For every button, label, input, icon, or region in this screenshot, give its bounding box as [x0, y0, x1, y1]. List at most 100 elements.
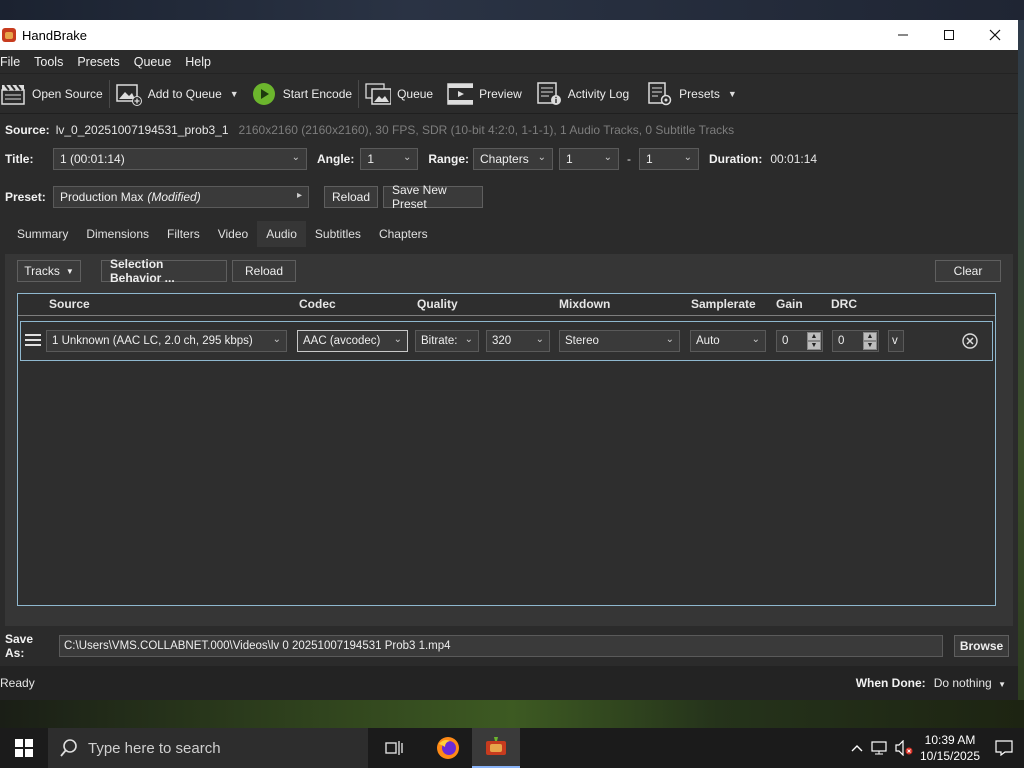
bitrate-select[interactable]: 320 ⌄ [486, 330, 550, 352]
system-tray: 10:39 AM 10/15/2025 [846, 728, 1024, 768]
preset-label: Preset: [5, 190, 46, 204]
chevron-up-icon[interactable] [846, 744, 868, 752]
selection-behavior-button[interactable]: Selection Behavior ... [101, 257, 227, 285]
firefox-taskbar-button[interactable] [424, 728, 472, 768]
range-start-select[interactable]: 1 ⌄ [559, 148, 620, 170]
range-mode-select[interactable]: Chapters ⌄ [473, 148, 554, 170]
gain-spin-buttons[interactable]: ▲ ▼ [807, 332, 821, 350]
source-row: Source: lv_0_20251007194531_prob3_1 2160… [0, 117, 1018, 143]
tab-dimensions[interactable]: Dimensions [77, 221, 158, 247]
reload-audio-button[interactable]: Reload [232, 260, 296, 282]
open-source-button[interactable]: Open Source [0, 77, 107, 111]
save-as-row: Save As: C:\Users\VMS.COLLABNET.000\Vide… [0, 628, 1018, 664]
remove-track-icon[interactable] [962, 333, 978, 352]
header-gain: Gain [776, 297, 803, 311]
duration-label: Duration: [709, 152, 763, 166]
mixdown-select[interactable]: Stereo ⌄ [559, 330, 680, 352]
reload-preset-button[interactable]: Reload [324, 186, 378, 208]
preview-button[interactable]: Preview [443, 77, 526, 111]
tab-audio[interactable]: Audio [257, 221, 306, 247]
desktop-background [0, 0, 1024, 20]
tab-video[interactable]: Video [209, 221, 257, 247]
tab-bar: Summary Dimensions Filters Video Audio S… [0, 221, 1018, 247]
header-quality: Quality [417, 297, 458, 311]
track-source-select[interactable]: 1 Unknown (AAC LC, 2.0 ch, 295 kbps) ⌄ [46, 330, 287, 352]
toolbar: Open Source Add to Queue ▼ Start Encode … [0, 74, 1018, 114]
track-options-label: v [892, 335, 898, 347]
taskbar-clock[interactable]: 10:39 AM 10/15/2025 [916, 732, 984, 764]
clock-date: 10/15/2025 [919, 749, 981, 763]
taskbar-search-input[interactable]: Type here to search [48, 728, 368, 768]
preset-select[interactable]: Production Max (Modified) ▸ [53, 186, 309, 208]
gain-stepper[interactable]: 0 ▲ ▼ [776, 330, 823, 352]
tracks-button[interactable]: Tracks ▼ [17, 260, 81, 282]
menu-queue[interactable]: Queue [134, 55, 180, 69]
spin-up-icon[interactable]: ▲ [863, 332, 877, 341]
tab-subtitles[interactable]: Subtitles [306, 221, 370, 247]
start-button[interactable] [0, 728, 48, 768]
preview-label: Preview [479, 86, 522, 101]
save-new-preset-button[interactable]: Save New Preset [383, 183, 483, 211]
minimize-button[interactable] [880, 20, 926, 50]
chevron-down-icon[interactable]: ▼ [230, 89, 239, 99]
save-path-input[interactable]: C:\Users\VMS.COLLABNET.000\Videos\lv 0 2… [59, 635, 943, 657]
save-as-label: Save As: [5, 632, 34, 660]
activity-log-button[interactable]: Activity Log [532, 77, 633, 111]
chevron-down-icon: ⌄ [272, 334, 281, 345]
maximize-button[interactable] [926, 20, 972, 50]
chevron-down-icon: ⌄ [537, 152, 547, 163]
start-encode-label: Start Encode [282, 86, 353, 101]
start-encode-button[interactable]: Start Encode [247, 77, 356, 111]
range-mode-value: Chapters [480, 152, 529, 166]
track-options-toggle[interactable]: v [888, 330, 904, 352]
drc-spin-buttons[interactable]: ▲ ▼ [863, 332, 877, 350]
chevron-down-icon: ▼ [65, 266, 74, 276]
chevron-down-icon[interactable]: ▼ [728, 89, 737, 99]
clear-button[interactable]: Clear [935, 260, 1001, 282]
title-select[interactable]: 1 (00:01:14) ⌄ [53, 148, 307, 170]
menu-help[interactable]: Help [185, 55, 219, 69]
menu-tools[interactable]: Tools [34, 55, 71, 69]
menu-file[interactable]: File [0, 55, 28, 69]
handbrake-taskbar-button[interactable] [472, 728, 520, 768]
tab-summary[interactable]: Summary [8, 221, 77, 247]
close-button[interactable] [972, 20, 1018, 50]
notifications-icon[interactable] [984, 740, 1024, 756]
browse-button[interactable]: Browse [954, 635, 1009, 657]
tab-filters[interactable]: Filters [158, 221, 209, 247]
presets-label: Presets [679, 86, 720, 101]
queue-button[interactable]: Queue [361, 77, 437, 111]
chevron-down-icon: ⌄ [393, 334, 402, 345]
task-view-button[interactable] [370, 728, 418, 768]
spin-down-icon[interactable]: ▼ [863, 341, 877, 350]
range-end-select[interactable]: 1 ⌄ [639, 148, 700, 170]
audio-track-row[interactable]: 1 Unknown (AAC LC, 2.0 ch, 295 kbps) ⌄ A… [20, 321, 993, 361]
range-start-value: 1 [566, 152, 573, 166]
presets-button[interactable]: Presets ▼ [643, 77, 741, 111]
handbrake-window: HandBrake File Tools Presets Queue Help … [0, 20, 1018, 700]
desktop-background-edge [1018, 20, 1024, 730]
clock-time: 10:39 AM [924, 733, 976, 747]
menu-presets[interactable]: Presets [77, 55, 127, 69]
samplerate-value: Auto [696, 335, 720, 347]
add-to-queue-button[interactable]: Add to Queue ▼ [112, 77, 243, 111]
network-icon[interactable] [868, 740, 892, 756]
when-done-value: Do nothing [933, 676, 992, 690]
volume-muted-icon[interactable] [892, 740, 916, 756]
when-done-select[interactable]: Do nothing ▼ [934, 676, 1006, 690]
chevron-down-icon: ⌄ [683, 152, 693, 163]
audio-toolbar: Tracks ▼ Selection Behavior ... Reload C… [17, 257, 1001, 285]
drc-stepper[interactable]: 0 ▲ ▼ [832, 330, 879, 352]
clear-label: Clear [953, 264, 983, 278]
samplerate-select[interactable]: Auto ⌄ [690, 330, 766, 352]
codec-select[interactable]: AAC (avcodec) ⌄ [297, 330, 408, 352]
header-codec: Codec [299, 297, 336, 311]
handbrake-app-icon [486, 737, 506, 755]
chevron-right-icon: ▸ [296, 190, 302, 201]
spin-down-icon[interactable]: ▼ [807, 341, 821, 350]
spin-up-icon[interactable]: ▲ [807, 332, 821, 341]
tab-chapters[interactable]: Chapters [370, 221, 437, 247]
quality-mode-select[interactable]: Bitrate: ⌄ [415, 330, 479, 352]
drag-handle-icon[interactable] [25, 333, 41, 350]
angle-select[interactable]: 1 ⌄ [360, 148, 419, 170]
